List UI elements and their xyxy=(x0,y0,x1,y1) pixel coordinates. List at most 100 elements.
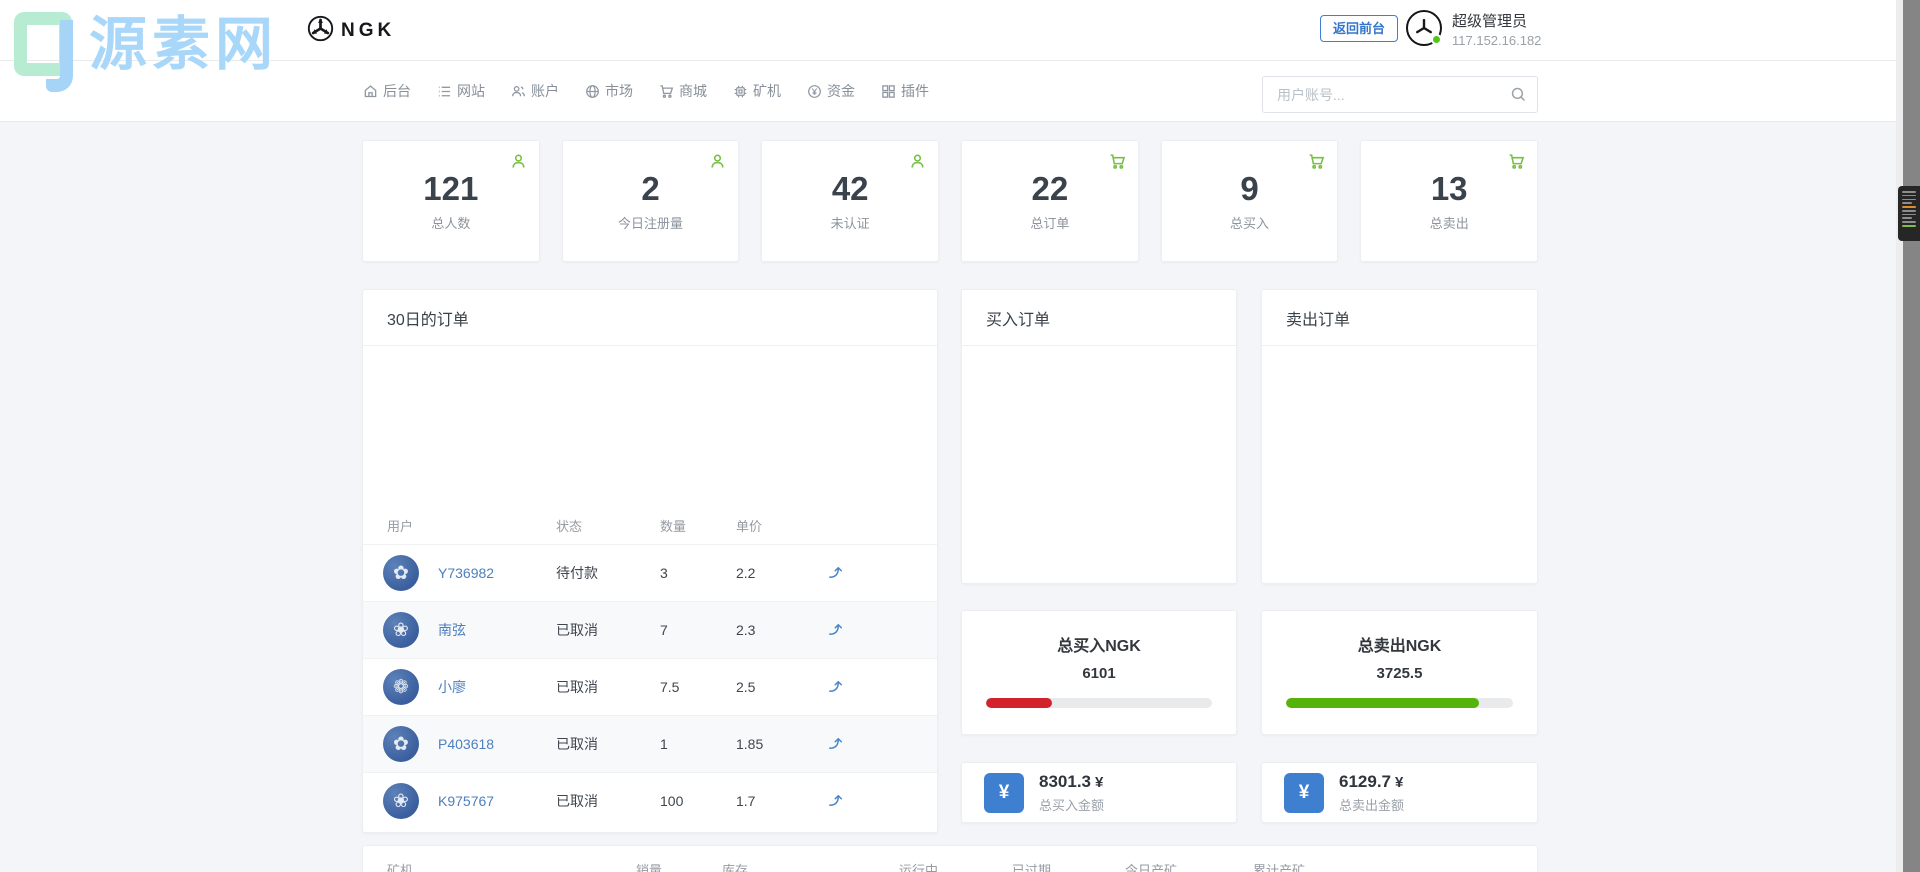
admin-name: 超级管理员 xyxy=(1452,13,1528,30)
panel-title: 买入订单 xyxy=(962,290,1236,346)
table-row: ✿ Y736982 待付款 3 2.2 xyxy=(363,544,937,601)
user-search-input[interactable] xyxy=(1263,77,1537,112)
orders-table-header: 用户 状态 数量 单价 xyxy=(387,518,763,534)
top-bar: NGK 返回前台 超级管理员 117.152.16.182 xyxy=(0,0,1920,61)
brand-name: NGK xyxy=(341,19,396,41)
goto-order-icon[interactable] xyxy=(823,791,845,811)
table-row: ❁ 小廖 已取消 7.5 2.5 xyxy=(363,658,937,715)
admin-avatar[interactable] xyxy=(1406,10,1442,46)
users-icon xyxy=(511,84,526,99)
order-price: 1.85 xyxy=(736,736,764,752)
order-status: 已取消 xyxy=(556,622,598,638)
page-edge-gutter xyxy=(1896,0,1903,872)
table-row: ✿ P403618 已取消 1 1.85 xyxy=(363,715,937,772)
miners-table-header: 矿机 销量 库存 运行中 已过期 今日产矿 累计产矿 xyxy=(387,863,1306,872)
coin-icon xyxy=(807,84,822,99)
order-qty: 7 xyxy=(660,622,668,638)
cart-icon xyxy=(1109,153,1126,175)
order-status: 待付款 xyxy=(556,565,598,581)
nav-item-accounts[interactable]: 账户 xyxy=(511,81,559,101)
goto-order-icon[interactable] xyxy=(823,734,845,754)
minimap-widget[interactable] xyxy=(1898,186,1920,241)
avatar: ❁ xyxy=(383,669,419,705)
order-status: 已取消 xyxy=(556,679,598,695)
goto-order-icon[interactable] xyxy=(823,620,845,640)
order-price: 2.5 xyxy=(736,679,756,695)
table-row: ❀ K975767 已取消 100 1.7 xyxy=(363,772,937,829)
avatar: ✿ xyxy=(383,726,419,762)
nav-item-website[interactable]: 网站 xyxy=(437,81,485,101)
order-qty: 1 xyxy=(660,736,668,752)
yen-icon: ¥ xyxy=(984,772,1024,813)
order-status: 已取消 xyxy=(556,736,598,752)
user-icon xyxy=(909,153,926,175)
nav-item-mall[interactable]: 商城 xyxy=(659,81,707,101)
user-link[interactable]: K975767 xyxy=(438,793,494,809)
order-price: 2.2 xyxy=(736,565,756,581)
cart-icon xyxy=(1308,153,1325,175)
globe-icon xyxy=(585,84,600,99)
grid-icon xyxy=(881,84,896,99)
back-to-front-button[interactable]: 返回前台 xyxy=(1320,15,1399,42)
order-price: 2.3 xyxy=(736,622,756,638)
stat-card-total-orders: 22 总订单 xyxy=(961,140,1139,262)
nav-item-plugins[interactable]: 插件 xyxy=(881,81,929,101)
miners-panel: 矿机 销量 库存 运行中 已过期 今日产矿 累计产矿 xyxy=(362,845,1538,872)
admin-dashboard: NGK 返回前台 超级管理员 117.152.16.182 后台 网站 账户 市… xyxy=(0,0,1920,872)
admin-ip: 117.152.16.182 xyxy=(1452,33,1542,48)
total-sell-ngk-card: 总卖出NGK 3725.5 xyxy=(1261,610,1538,735)
nav-item-backend[interactable]: 后台 xyxy=(363,81,411,101)
chip-icon xyxy=(733,84,748,99)
total-buy-ngk-card: 总买入NGK 6101 xyxy=(961,610,1237,735)
buy-progress-bar xyxy=(986,698,1212,708)
yen-icon: ¥ xyxy=(1284,772,1324,813)
content-area: 121 总人数 2 今日注册量 42 未认证 22 总订单 9 总买入 13 总… xyxy=(0,122,1920,872)
nav-item-market[interactable]: 市场 xyxy=(585,81,633,101)
order-qty: 100 xyxy=(660,793,684,809)
order-qty: 7.5 xyxy=(660,679,680,695)
stat-card-total-users: 121 总人数 xyxy=(362,140,540,262)
avatar: ❀ xyxy=(383,612,419,648)
stat-card-total-buys: 9 总买入 xyxy=(1160,140,1339,262)
admin-info[interactable]: 超级管理员 117.152.16.182 xyxy=(1406,10,1541,48)
order-price: 1.7 xyxy=(736,793,756,809)
user-icon xyxy=(510,153,527,175)
nav-bar: 后台 网站 账户 市场 商城 矿机 资金 插件 用户账号... xyxy=(0,61,1920,122)
sell-amount-card: ¥ 6129.7 ¥ 总卖出金额 xyxy=(1261,762,1538,823)
stat-card-unverified: 42 未认证 xyxy=(761,140,940,262)
order-qty: 3 xyxy=(660,565,668,581)
buy-orders-panel: 买入订单 xyxy=(961,289,1237,584)
avatar: ✿ xyxy=(383,555,419,591)
stat-card-today-registered: 2 今日注册量 xyxy=(561,140,740,262)
order-status: 已取消 xyxy=(556,793,598,809)
search-icon[interactable] xyxy=(1510,86,1527,108)
online-status-dot xyxy=(1431,34,1442,45)
avatar: ❀ xyxy=(383,783,419,819)
user-icon xyxy=(709,153,726,175)
cart-icon xyxy=(1508,153,1525,175)
home-icon xyxy=(363,84,378,99)
table-row: ❀ 南弦 已取消 7 2.3 xyxy=(363,601,937,658)
orders-30d-panel: 30日的订单 用户 状态 数量 单价 ✿ Y736982 待付款 3 2.2 ❀ 南… xyxy=(362,289,938,833)
user-link[interactable]: 小廖 xyxy=(438,677,466,697)
scrollbar[interactable] xyxy=(1903,0,1920,872)
user-link[interactable]: P403618 xyxy=(438,736,494,752)
list-icon xyxy=(437,84,452,99)
stat-card-total-sells: 13 总卖出 xyxy=(1360,140,1539,262)
nav-item-funds[interactable]: 资金 xyxy=(807,81,855,101)
panel-title: 卖出订单 xyxy=(1262,290,1537,346)
goto-order-icon[interactable] xyxy=(823,563,845,583)
goto-order-icon[interactable] xyxy=(823,677,845,697)
user-link[interactable]: Y736982 xyxy=(438,565,494,581)
user-link[interactable]: 南弦 xyxy=(438,620,466,640)
nav-item-miners[interactable]: 矿机 xyxy=(733,81,781,101)
brand: NGK xyxy=(307,0,395,61)
stats-row: 121 总人数 2 今日注册量 42 未认证 22 总订单 9 总买入 13 总… xyxy=(362,140,1539,262)
sell-orders-panel: 卖出订单 xyxy=(1261,289,1538,584)
orders-chart-area xyxy=(363,346,937,506)
buy-amount-card: ¥ 8301.3 ¥ 总买入金额 xyxy=(961,762,1237,823)
user-search-box xyxy=(1262,76,1538,113)
sell-progress-bar xyxy=(1286,698,1513,708)
panel-title: 30日的订单 xyxy=(363,290,937,346)
ngk-logo-icon xyxy=(307,15,334,47)
